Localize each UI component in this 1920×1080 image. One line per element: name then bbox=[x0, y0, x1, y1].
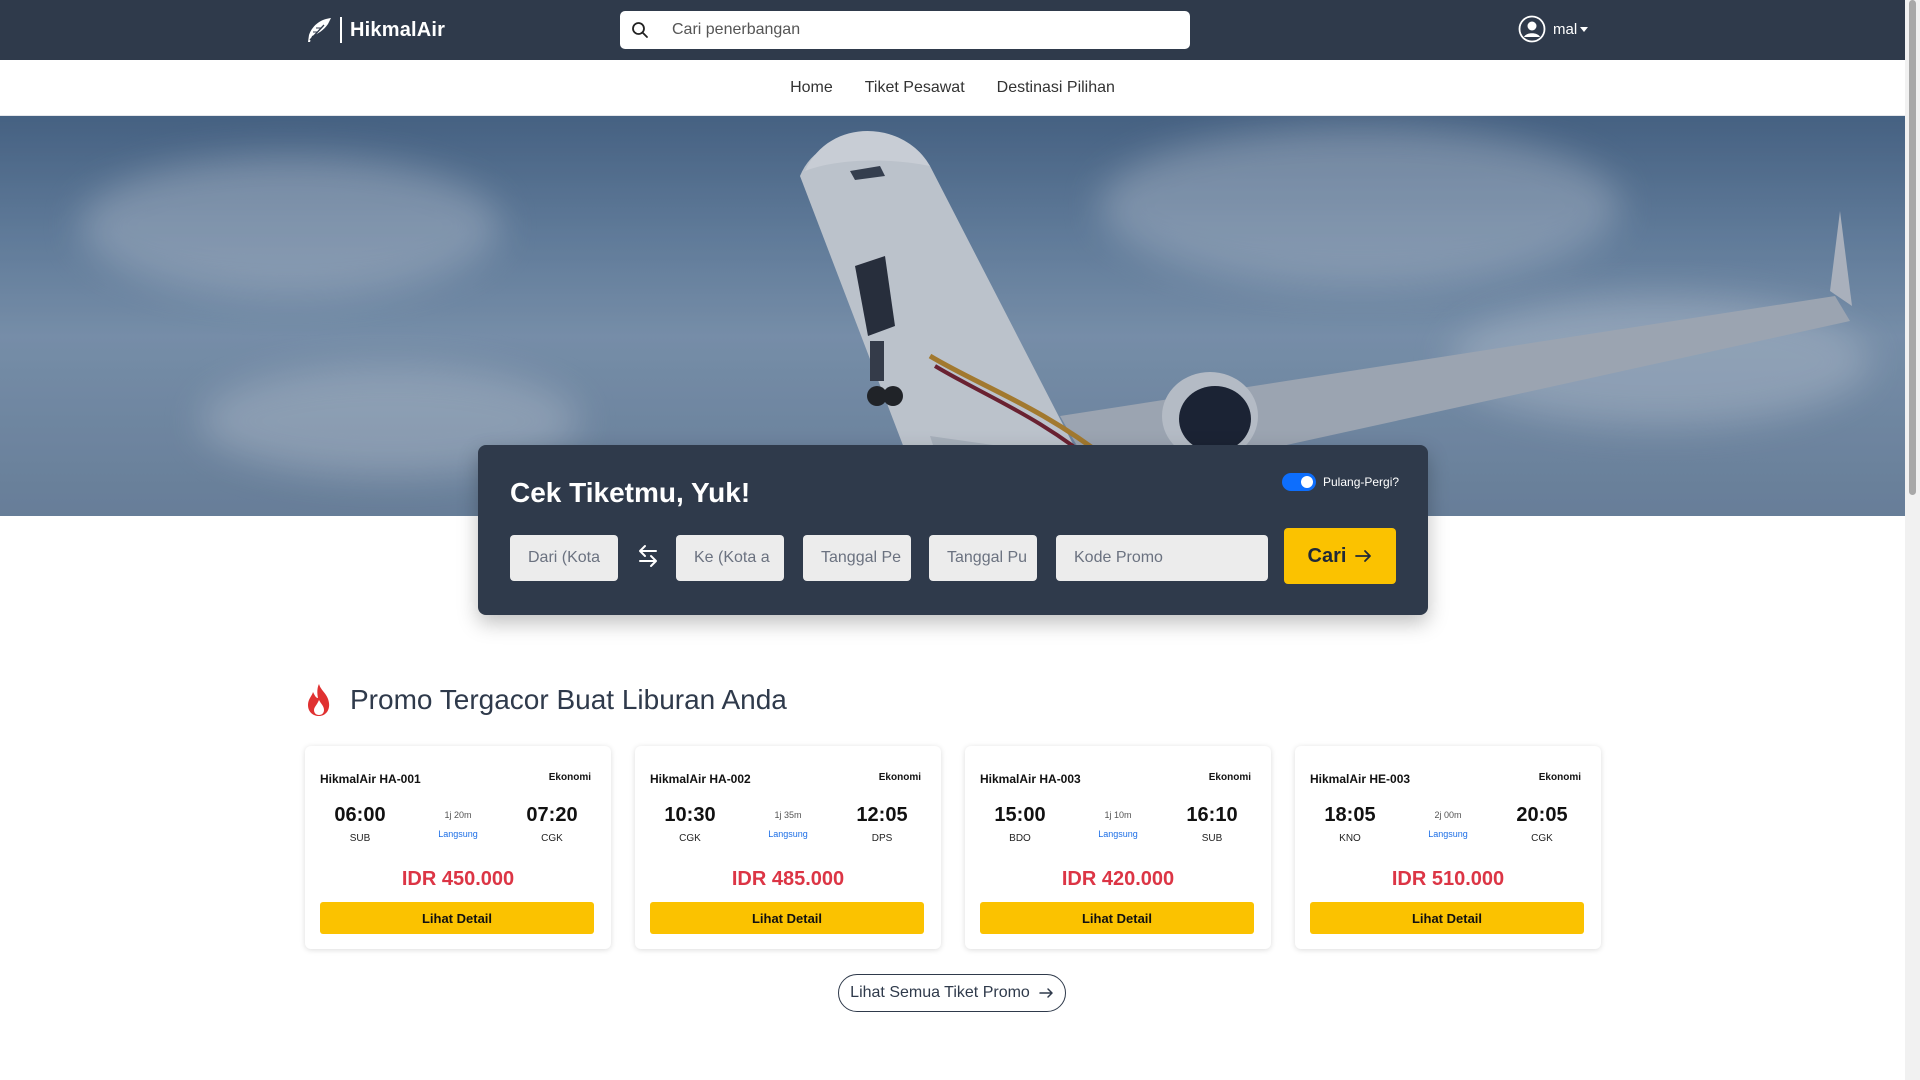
departure-code: CGK bbox=[679, 833, 701, 844]
departure: 18:05 KNO bbox=[1315, 804, 1385, 844]
price: IDR 485.000 bbox=[731, 868, 845, 890]
main-nav: Home Tiket Pesawat Destinasi Pilihan bbox=[0, 60, 1905, 116]
page: HikmalAir mal Home Tiket Pesawat Destina… bbox=[0, 0, 1905, 1080]
all-promo-button[interactable]: Lihat Semua Tiket Promo bbox=[838, 974, 1066, 1012]
arrival-time: 12:05 bbox=[856, 804, 908, 826]
duration: 1j 10m bbox=[1104, 810, 1132, 820]
departure-code: KNO bbox=[1339, 833, 1361, 844]
price: IDR 450.000 bbox=[401, 868, 515, 890]
duration: 1j 20m bbox=[444, 810, 472, 820]
roundtrip-toggle[interactable] bbox=[1282, 473, 1316, 491]
search-input[interactable] bbox=[672, 21, 1172, 39]
feather-icon bbox=[308, 18, 331, 42]
promo-card: HikmalAir HA-003 Ekonomi 15:00 BDO 1j 10… bbox=[965, 746, 1271, 949]
swap-arrows-icon[interactable] bbox=[633, 541, 663, 571]
scrollbar-thumb[interactable] bbox=[1909, 0, 1916, 495]
departure: 06:00 SUB bbox=[325, 804, 395, 844]
arrival: 12:05 DPS bbox=[847, 804, 917, 844]
departure-time: 18:05 bbox=[1324, 804, 1376, 826]
departure: 15:00 BDO bbox=[985, 804, 1055, 844]
nav-destinasi-pilihan[interactable]: Destinasi Pilihan bbox=[997, 79, 1115, 97]
brand-name: HikmalAir bbox=[350, 18, 446, 41]
booking-title: Cek Tiketmu, Yuk! bbox=[510, 477, 751, 508]
flight-info: 2j 00m Langsung bbox=[1398, 810, 1498, 839]
flight-number: HikmalAir HA-002 bbox=[650, 772, 751, 786]
promo-card: HikmalAir HA-001 Ekonomi 06:00 SUB 1j 20… bbox=[305, 746, 611, 949]
arrival: 20:05 CGK bbox=[1507, 804, 1577, 844]
arrival: 16:10 SUB bbox=[1177, 804, 1247, 844]
flight-info: 1j 10m Langsung bbox=[1068, 810, 1168, 839]
arrival-code: CGK bbox=[1531, 833, 1553, 844]
arrival-time: 07:20 bbox=[526, 804, 578, 826]
departure: 10:30 CGK bbox=[655, 804, 725, 844]
search-button-label: Cari bbox=[1307, 544, 1347, 567]
cabin-class: Ekonomi bbox=[1538, 772, 1581, 783]
cabin-class: Ekonomi bbox=[878, 772, 921, 783]
promo-code-input[interactable]: Kode Promo bbox=[1056, 535, 1268, 581]
fire-icon bbox=[308, 684, 330, 716]
arrow-right-icon bbox=[1039, 988, 1053, 998]
arrival-code: DPS bbox=[871, 833, 893, 844]
departure-code: SUB bbox=[349, 833, 371, 844]
arrival: 07:20 CGK bbox=[517, 804, 587, 844]
promo-section-header: Promo Tergacor Buat Liburan Anda bbox=[304, 682, 787, 718]
user-menu[interactable]: mal bbox=[1518, 15, 1589, 43]
user-name: mal bbox=[1553, 20, 1578, 38]
detail-button[interactable]: Lihat Detail bbox=[650, 902, 924, 934]
price: IDR 420.000 bbox=[1061, 868, 1175, 890]
brand-logo[interactable]: HikmalAir bbox=[304, 14, 445, 46]
departure-time: 15:00 bbox=[994, 804, 1046, 826]
departure-time: 06:00 bbox=[334, 804, 386, 826]
all-promo-label: Lihat Semua Tiket Promo bbox=[850, 984, 1030, 1001]
flight-type: Langsung bbox=[1428, 829, 1468, 839]
search-icon bbox=[620, 11, 660, 49]
arrival-code: SUB bbox=[1201, 833, 1223, 844]
search-bar[interactable] bbox=[620, 11, 1190, 49]
arrival-time: 16:10 bbox=[1186, 804, 1238, 826]
search-flight-button[interactable]: Cari bbox=[1284, 528, 1396, 584]
brand-separator bbox=[340, 17, 342, 43]
flight-type: Langsung bbox=[768, 829, 808, 839]
roundtrip-toggle-group[interactable]: Pulang-Pergi? bbox=[1282, 473, 1399, 491]
promo-card: HikmalAir HA-002 Ekonomi 10:30 CGK 1j 35… bbox=[635, 746, 941, 949]
roundtrip-label: Pulang-Pergi? bbox=[1323, 475, 1400, 489]
promo-title: Promo Tergacor Buat Liburan Anda bbox=[350, 684, 787, 715]
flight-type: Langsung bbox=[1098, 829, 1138, 839]
flight-number: HikmalAir HE-003 bbox=[1310, 772, 1411, 786]
detail-button[interactable]: Lihat Detail bbox=[320, 902, 594, 934]
page-scrollbar[interactable] bbox=[1905, 0, 1920, 1080]
promo-card: HikmalAir HE-003 Ekonomi 18:05 KNO 2j 00… bbox=[1295, 746, 1601, 949]
arrow-right-icon bbox=[1355, 550, 1372, 562]
duration: 1j 35m bbox=[774, 810, 802, 820]
cabin-class: Ekonomi bbox=[548, 772, 591, 783]
nav-tiket-pesawat[interactable]: Tiket Pesawat bbox=[865, 79, 965, 97]
return-date-input[interactable]: Tanggal Pu bbox=[929, 535, 1037, 581]
price: IDR 510.000 bbox=[1391, 868, 1505, 890]
departure-time: 10:30 bbox=[664, 804, 716, 826]
top-navbar: HikmalAir mal bbox=[0, 0, 1905, 60]
flight-type: Langsung bbox=[438, 829, 478, 839]
flight-number: HikmalAir HA-001 bbox=[320, 772, 421, 786]
to-city-input[interactable]: Ke (Kota a bbox=[676, 535, 784, 581]
arrival-time: 20:05 bbox=[1516, 804, 1568, 826]
duration: 2j 00m bbox=[1434, 810, 1462, 820]
flight-info: 1j 20m Langsung bbox=[408, 810, 508, 839]
booking-form: Cek Tiketmu, Yuk! Pulang-Pergi? Dari (Ko… bbox=[478, 445, 1428, 615]
caret-down-icon bbox=[1580, 26, 1589, 32]
depart-date-input[interactable]: Tanggal Pe bbox=[803, 535, 911, 581]
detail-button[interactable]: Lihat Detail bbox=[1310, 902, 1584, 934]
user-avatar-icon bbox=[1518, 15, 1546, 43]
arrival-code: CGK bbox=[541, 833, 563, 844]
departure-code: BDO bbox=[1009, 833, 1031, 844]
from-city-input[interactable]: Dari (Kota bbox=[510, 535, 618, 581]
flight-info: 1j 35m Langsung bbox=[738, 810, 838, 839]
flight-number: HikmalAir HA-003 bbox=[980, 772, 1081, 786]
cabin-class: Ekonomi bbox=[1208, 772, 1251, 783]
detail-button[interactable]: Lihat Detail bbox=[980, 902, 1254, 934]
nav-home[interactable]: Home bbox=[790, 79, 833, 97]
